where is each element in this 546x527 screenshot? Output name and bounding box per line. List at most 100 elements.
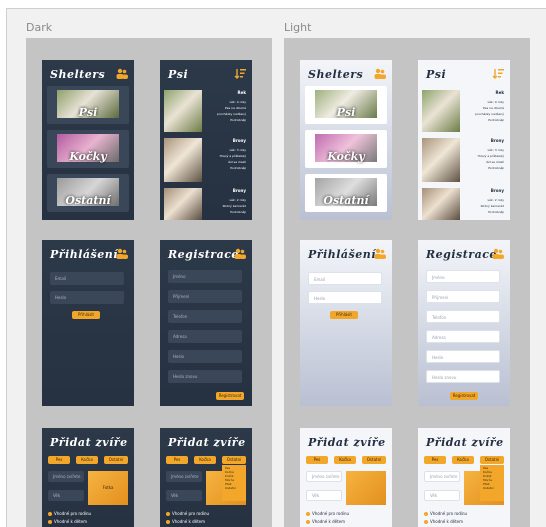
page-title: Přihlášení bbox=[50, 248, 118, 261]
option-family[interactable]: Vhodné pro rodinu bbox=[424, 511, 467, 516]
screen-login-dark: Přihlášení Email Heslo Přihlásit bbox=[42, 240, 134, 406]
tab-cat[interactable]: Kočka bbox=[334, 456, 356, 464]
category-label: Kočky bbox=[69, 150, 107, 163]
pet-photo[interactable] bbox=[422, 90, 460, 132]
pet-info: věk: 3 roky bbox=[229, 148, 246, 152]
dropdown-menu[interactable]: Pes Kočka Králík Morče Pták Ostatní bbox=[480, 465, 504, 501]
tab-other[interactable]: Ostatní bbox=[480, 456, 504, 464]
category-card-cats[interactable]: Kočky bbox=[305, 130, 387, 168]
pet-age-field[interactable]: Věk bbox=[424, 490, 460, 501]
category-card-others[interactable]: Ostatní bbox=[305, 174, 387, 212]
tab-cat[interactable]: Kočka bbox=[76, 456, 98, 464]
password-field[interactable]: Heslo bbox=[308, 291, 382, 304]
screen-login-light: Přihlášení Email Heslo Přihlásit bbox=[300, 240, 392, 406]
category-card-dogs[interactable]: Psi bbox=[305, 86, 387, 124]
email-field[interactable]: Email bbox=[50, 272, 124, 285]
dropdown-option[interactable]: Ostatní bbox=[483, 486, 501, 490]
option-kids[interactable]: Vhodné k dětem bbox=[166, 519, 205, 524]
login-button[interactable]: Přihlásit bbox=[72, 311, 100, 319]
last-name-field[interactable]: Příjmení bbox=[168, 290, 242, 303]
frame-label-dark: Dark bbox=[26, 21, 53, 34]
first-name-field[interactable]: Jméno bbox=[426, 270, 500, 283]
email-field[interactable]: Email bbox=[308, 272, 382, 285]
page-title: Přihlášení bbox=[308, 248, 376, 261]
page-title: Shelters bbox=[50, 68, 106, 81]
sort-icon[interactable] bbox=[492, 68, 504, 79]
pet-name: Brony bbox=[490, 138, 504, 143]
address-field[interactable]: Adresa bbox=[426, 330, 500, 343]
pet-detail-link[interactable]: Podrobněji bbox=[488, 166, 504, 170]
tab-other[interactable]: Ostatní bbox=[104, 456, 128, 464]
pet-detail-link[interactable]: Podrobněji bbox=[230, 210, 246, 214]
people-icon[interactable] bbox=[492, 248, 504, 259]
pet-detail-link[interactable]: Podrobněji bbox=[230, 166, 246, 170]
option-family[interactable]: Vhodné pro rodinu bbox=[306, 511, 349, 516]
people-icon[interactable] bbox=[374, 68, 386, 79]
dropdown-option[interactable]: Ostatní bbox=[225, 486, 243, 490]
pet-detail-link[interactable]: Podrobněji bbox=[488, 210, 504, 214]
register-button[interactable]: Registrovat bbox=[216, 392, 244, 400]
option-family[interactable]: Vhodné pro rodinu bbox=[166, 511, 209, 516]
login-button[interactable]: Přihlásit bbox=[330, 311, 358, 319]
tab-cat[interactable]: Kočka bbox=[194, 456, 216, 464]
tab-dog[interactable]: Pes bbox=[424, 456, 446, 464]
option-family[interactable]: Vhodné pro rodinu bbox=[48, 511, 91, 516]
photo-upload[interactable] bbox=[346, 471, 386, 505]
option-kids[interactable]: Vhodné k dětem bbox=[424, 519, 463, 524]
pet-info: Pes na dlouhé bbox=[225, 106, 246, 110]
people-icon[interactable] bbox=[374, 248, 386, 259]
frame-light[interactable]: Shelters Psi Kočky Ostatní Psi Rek věk: … bbox=[284, 38, 530, 527]
pet-name-field[interactable]: Jméno zvířete bbox=[48, 471, 84, 482]
tab-other[interactable]: Ostatní bbox=[362, 456, 386, 464]
option-kids[interactable]: Vhodné k dětem bbox=[48, 519, 87, 524]
dropdown-menu[interactable]: Pes Kočka Králík Morče Pták Ostatní bbox=[222, 465, 246, 501]
register-button[interactable]: Registrovat bbox=[450, 392, 478, 400]
pet-photo[interactable] bbox=[422, 138, 460, 182]
pet-age-field[interactable]: Věk bbox=[48, 490, 84, 501]
pet-photo[interactable] bbox=[422, 188, 460, 220]
phone-field[interactable]: Telefon bbox=[426, 310, 500, 323]
pet-name-field[interactable]: Jméno zvířete bbox=[424, 471, 460, 482]
category-card-dogs[interactable]: Psi bbox=[47, 86, 129, 124]
pet-photo[interactable] bbox=[164, 188, 202, 220]
pet-photo[interactable] bbox=[164, 90, 202, 132]
tab-other[interactable]: Ostatní bbox=[222, 456, 246, 464]
people-icon[interactable] bbox=[116, 68, 128, 79]
tab-dog[interactable]: Pes bbox=[166, 456, 188, 464]
password-confirm-field[interactable]: Heslo znovu bbox=[426, 370, 500, 383]
pet-name: Brony bbox=[490, 188, 504, 193]
option-kids[interactable]: Vhodné k dětem bbox=[306, 519, 345, 524]
category-card-cats[interactable]: Kočky bbox=[47, 130, 129, 168]
pet-age-field[interactable]: Věk bbox=[166, 490, 202, 501]
pet-detail-link[interactable]: Podrobněji bbox=[230, 118, 246, 122]
pet-age-field[interactable]: Věk bbox=[306, 490, 342, 501]
tab-cat[interactable]: Kočka bbox=[452, 456, 474, 464]
tab-dog[interactable]: Pes bbox=[306, 456, 328, 464]
password-field[interactable]: Heslo bbox=[426, 350, 500, 363]
phone-field[interactable]: Telefon bbox=[168, 310, 242, 323]
last-name-field[interactable]: Příjmení bbox=[426, 290, 500, 303]
pet-name-field[interactable]: Jméno zvířete bbox=[166, 471, 202, 482]
pet-photo[interactable] bbox=[164, 138, 202, 182]
tab-dog[interactable]: Pes bbox=[48, 456, 70, 464]
sort-icon[interactable] bbox=[234, 68, 246, 79]
category-label: Kočky bbox=[327, 150, 365, 163]
pet-name-field[interactable]: Jméno zvířete bbox=[306, 471, 342, 482]
category-card-others[interactable]: Ostatní bbox=[47, 174, 129, 212]
password-confirm-field[interactable]: Heslo znovu bbox=[168, 370, 242, 383]
pet-info: Hravý a přátelský bbox=[219, 154, 246, 158]
people-icon[interactable] bbox=[234, 248, 246, 259]
first-name-field[interactable]: Jméno bbox=[168, 270, 242, 283]
address-field[interactable]: Adresa bbox=[168, 330, 242, 343]
password-field[interactable]: Heslo bbox=[168, 350, 242, 363]
pet-info: Pes na dlouhé bbox=[483, 106, 504, 110]
people-icon[interactable] bbox=[116, 248, 128, 259]
photo-upload[interactable]: Fotka bbox=[88, 471, 128, 505]
pet-info: věk: 3 roky bbox=[487, 148, 504, 152]
screen-pets-light: Psi Rek věk: 4 roky Pes na dlouhé prochá… bbox=[418, 60, 510, 220]
password-field[interactable]: Heslo bbox=[50, 291, 124, 304]
page-title: Psi bbox=[426, 68, 447, 81]
pet-detail-link[interactable]: Podrobněji bbox=[488, 118, 504, 122]
screen-pets-dark: Psi Rek věk: 4 roky Pes na dlouhé prochá… bbox=[160, 60, 252, 220]
frame-dark[interactable]: Shelters Psi Kočky Ostatní Psi Rek věk: … bbox=[26, 38, 272, 527]
